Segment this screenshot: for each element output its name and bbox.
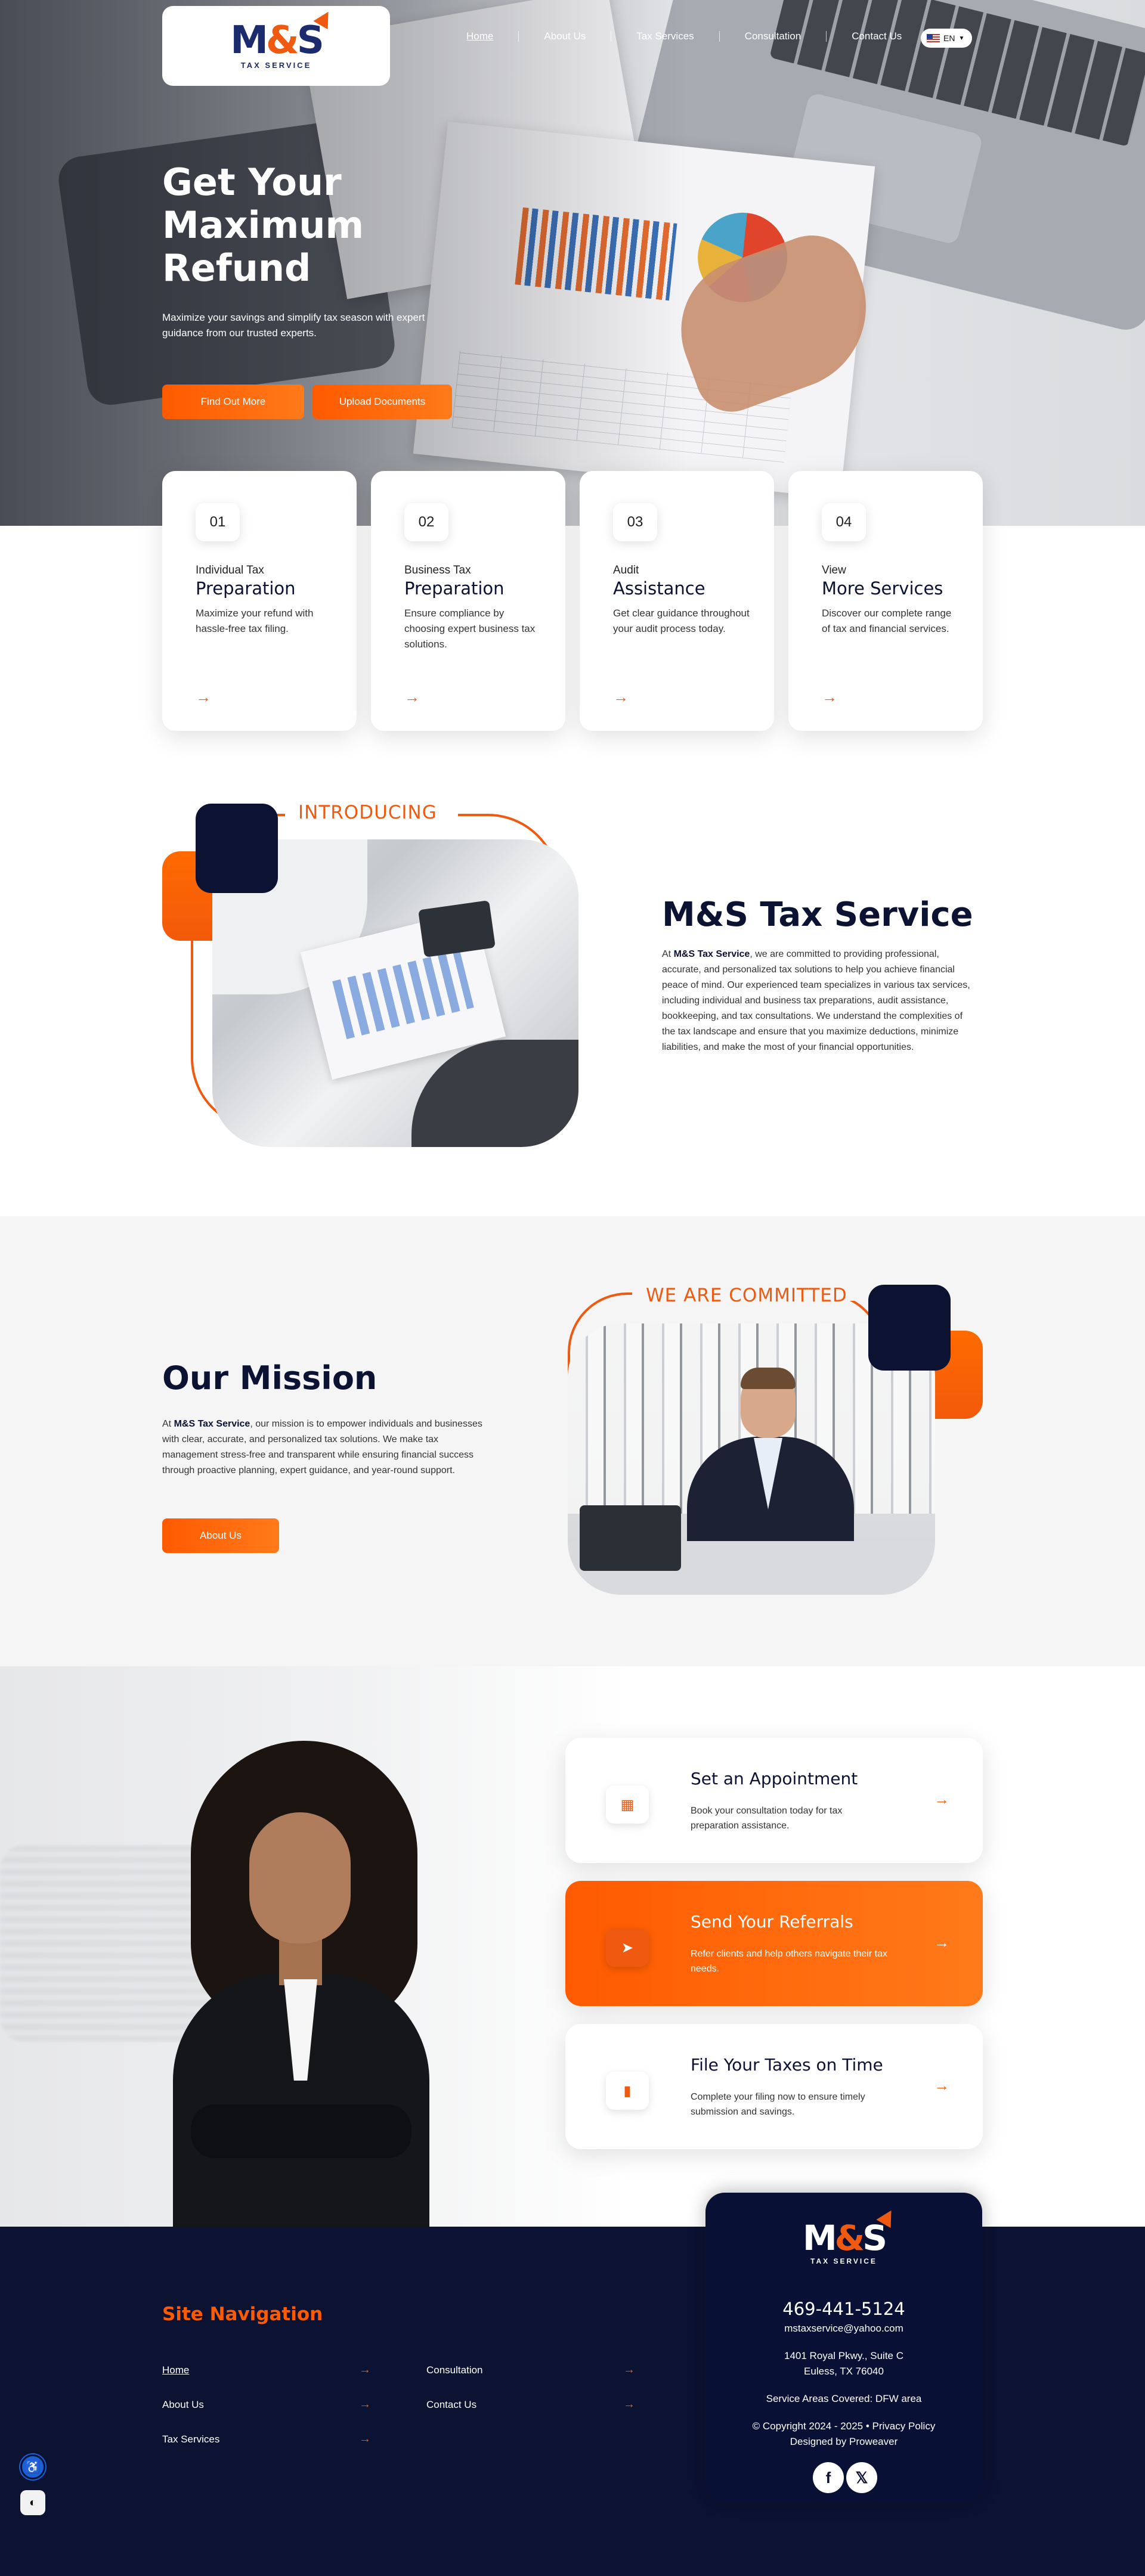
cta-title: Send Your Referrals (691, 1912, 853, 1932)
nav-contact-us[interactable]: Contact Us (826, 31, 927, 42)
service-kicker: Individual Tax (196, 564, 264, 576)
cta-title: File Your Taxes on Time (691, 2055, 883, 2075)
service-desc: Discover our complete range of tax and f… (822, 607, 952, 634)
intro-label: INTRODUCING (298, 802, 437, 823)
service-title: Assistance (613, 578, 705, 599)
service-kicker: Audit (613, 564, 639, 576)
mission-heading: Our Mission (162, 1359, 377, 1397)
arrow-right-icon[interactable]: → (822, 688, 837, 706)
cta-desc: Refer clients and help others navigate t… (691, 1949, 887, 1974)
service-desc: Maximize your refund with hassle-free ta… (196, 607, 314, 634)
footer-logo[interactable]: M&S TAX SERVICE (705, 2206, 982, 2265)
mission-paragraph: At M&S Tax Service, our mission is to em… (162, 1419, 482, 1475)
decor-square-navy (196, 804, 278, 893)
arrow-right-icon[interactable]: → (613, 688, 629, 706)
cta-desc: Complete your filing now to ensure timel… (691, 2092, 865, 2117)
nav-about-us[interactable]: About Us (518, 31, 611, 42)
footer-designed-by[interactable]: Designed by Proweaver (705, 2436, 982, 2448)
service-card-audit[interactable]: 03 Audit Assistance Get clear guidance t… (580, 471, 774, 731)
footer-copyright[interactable]: © Copyright 2024 - 2025 • Privacy Policy (705, 2420, 982, 2432)
cta-card-appointment[interactable]: ▦ Set an Appointment Book your consultat… (565, 1738, 983, 1863)
service-kicker: Business Tax (404, 564, 471, 576)
upload-documents-button[interactable]: Upload Documents (312, 385, 452, 419)
footer-address-line1: 1401 Royal Pkwy., Suite C (784, 2350, 903, 2361)
footer-service-areas: Service Areas Covered: DFW area (766, 2393, 922, 2404)
footer-phone[interactable]: 469-441-5124 (705, 2299, 982, 2319)
arrow-right-icon[interactable]: → (934, 1790, 949, 1809)
woman-photo (167, 1741, 501, 2227)
x-twitter-icon[interactable]: 𝕏 (846, 2462, 877, 2493)
service-number: 01 (196, 503, 240, 541)
main-nav: Home About Us Tax Services Consultation … (441, 31, 927, 42)
service-desc: Get clear guidance throughout your audit… (613, 607, 750, 634)
about-us-button[interactable]: About Us (162, 1518, 279, 1553)
arrow-right-icon[interactable]: → (404, 688, 420, 706)
cta-card-file-taxes[interactable]: ▮ File Your Taxes on Time Complete your … (565, 2024, 983, 2149)
service-kicker: View (822, 564, 846, 576)
footer-address-line2: Euless, TX 76040 (804, 2366, 884, 2377)
footer-link-contact-us[interactable]: Contact Us → (426, 2398, 635, 2413)
language-selector[interactable]: EN ▼ (921, 29, 972, 48)
service-number: 04 (822, 503, 866, 541)
arrow-right-icon[interactable]: → (934, 1933, 949, 1952)
us-flag-icon (927, 34, 940, 42)
cta-card-referrals[interactable]: ➤ Send Your Referrals Refer clients and … (565, 1881, 983, 2006)
service-number: 02 (404, 503, 448, 541)
calendar-icon: ▦ (606, 1785, 649, 1824)
hero-title: Get Your Maximum Refund (162, 160, 364, 290)
footer-link-tax-services[interactable]: Tax Services → (162, 2432, 371, 2448)
service-card-more-services[interactable]: 04 View More Services Discover our compl… (788, 471, 983, 731)
service-title: Preparation (196, 578, 296, 599)
chevron-down-icon: ▼ (958, 35, 965, 42)
facebook-icon[interactable]: f (813, 2462, 844, 2493)
arrow-right-icon: → (623, 2363, 635, 2376)
arrow-right-icon[interactable]: → (196, 688, 211, 706)
intro-paragraph: At M&S Tax Service, we are committed to … (662, 949, 970, 1052)
intro-heading: M&S Tax Service (662, 895, 973, 934)
service-card-business-tax[interactable]: 02 Business Tax Preparation Ensure compl… (371, 471, 565, 731)
nav-tax-services[interactable]: Tax Services (611, 31, 719, 42)
footer-link-about-us[interactable]: About Us → (162, 2398, 371, 2413)
arrow-right-icon: → (623, 2398, 635, 2411)
arrow-right-icon: → (359, 2398, 371, 2411)
service-title: More Services (822, 578, 943, 599)
service-card-individual-tax[interactable]: 01 Individual Tax Preparation Maximize y… (162, 471, 357, 731)
footer-contact-card: M&S TAX SERVICE 469-441-5124 mstaxservic… (705, 2193, 982, 2503)
mission-label: WE ARE COMMITTED (646, 1285, 847, 1306)
find-out-more-button[interactable]: Find Out More (162, 385, 304, 419)
footer-nav-heading: Site Navigation (162, 2304, 323, 2325)
service-number: 03 (613, 503, 657, 541)
service-desc: Ensure compliance by choosing expert bus… (404, 607, 536, 650)
arrow-right-icon: → (359, 2363, 371, 2376)
accessibility-icon[interactable]: ♿ (20, 2454, 45, 2479)
arrow-right-icon[interactable]: → (934, 2076, 949, 2095)
document-icon: ▮ (606, 2072, 649, 2110)
logo-mark: M&S (230, 7, 336, 60)
footer-email[interactable]: mstaxservice@yahoo.com (705, 2323, 982, 2335)
arrow-right-icon: → (359, 2432, 371, 2445)
footer-link-home[interactable]: Home → (162, 2363, 371, 2379)
decor-square-navy (868, 1285, 951, 1371)
cta-desc: Book your consultation today for tax pre… (691, 1806, 843, 1831)
site-logo[interactable]: M&S TAX SERVICE (162, 6, 390, 86)
send-icon: ➤ (606, 1929, 649, 1967)
nav-consultation[interactable]: Consultation (719, 31, 827, 42)
language-label: EN (943, 33, 955, 43)
nav-home[interactable]: Home (441, 31, 518, 42)
contrast-toggle-icon[interactable]: ◐ (20, 2490, 45, 2515)
service-title: Preparation (404, 578, 505, 599)
hero-subtitle: Maximize your savings and simplify tax s… (162, 312, 425, 339)
cta-title: Set an Appointment (691, 1769, 858, 1788)
footer-link-consultation[interactable]: Consultation → (426, 2363, 635, 2379)
